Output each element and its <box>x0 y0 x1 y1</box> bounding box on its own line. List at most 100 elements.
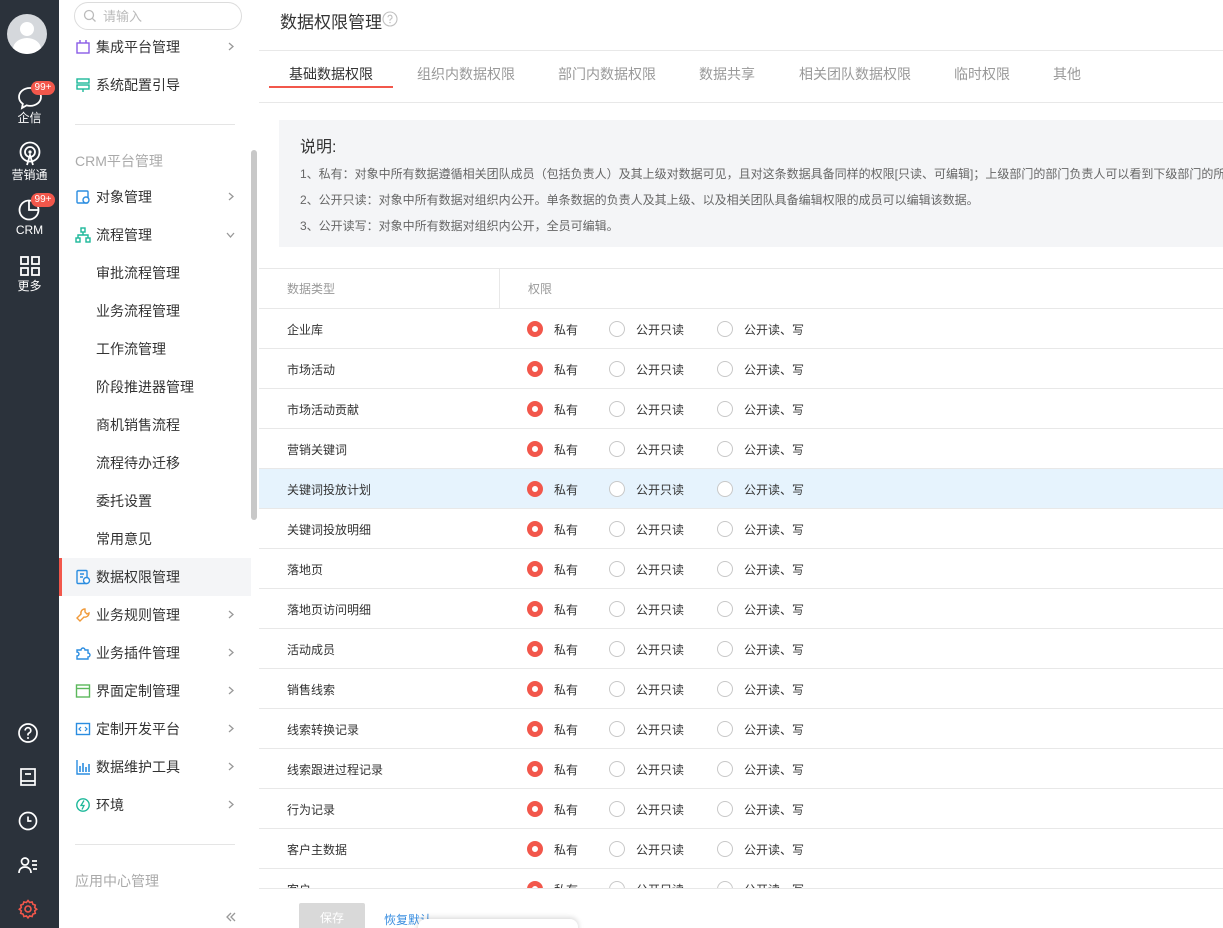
radio-dot-icon <box>609 601 625 617</box>
rail-item-more[interactable]: 更多 <box>0 254 59 293</box>
radio-dot-icon <box>527 881 543 888</box>
radio-label: 私有 <box>554 523 579 537</box>
column-separator <box>499 269 500 309</box>
nav-sub-item[interactable]: 委托设置 <box>59 482 251 520</box>
radio-dot-icon <box>609 561 625 577</box>
nav-item-object-management[interactable]: 对象管理 <box>59 178 251 216</box>
radio-dot-icon <box>609 761 625 777</box>
rail-label-marketing: 营销通 <box>11 168 48 182</box>
radio-dot-icon <box>609 841 625 857</box>
radio-label: 公开读、写 <box>744 683 805 697</box>
floating-popup[interactable] <box>418 919 578 928</box>
nav-sub-item[interactable]: 工作流管理 <box>59 330 251 368</box>
table-row: 关键词投放计划 私有 公开只读 公开读、写 <box>259 469 1223 509</box>
nav-item-config-guide[interactable]: 系统配置引导 <box>59 66 251 104</box>
table-row: 市场活动 私有 公开只读 公开读、写 <box>259 349 1223 389</box>
rail-label-more: 更多 <box>17 279 42 293</box>
sidebar-divider <box>75 844 235 845</box>
nav-sub-item[interactable]: 阶段推进器管理 <box>59 368 251 406</box>
table-header: 数据类型 权限 <box>259 268 1223 309</box>
radio-label: 公开读、写 <box>744 603 805 617</box>
radio-dot-icon <box>609 641 625 657</box>
nav-item-business-plugins[interactable]: 业务插件管理 <box>59 634 251 672</box>
tab-other[interactable]: 其他 <box>1053 64 1081 84</box>
nav-label: 流程管理 <box>96 227 152 243</box>
tab-org-permission[interactable]: 组织内数据权限 <box>417 64 515 84</box>
tab-data-sharing[interactable]: 数据共享 <box>699 64 755 84</box>
notebook-icon[interactable] <box>17 766 39 788</box>
question-icon[interactable] <box>382 11 398 27</box>
radio-label: 公开读、写 <box>744 483 805 497</box>
puzzle-frame-icon <box>76 40 90 54</box>
avatar[interactable] <box>7 14 47 54</box>
tab-basic-permission[interactable]: 基础数据权限 <box>289 64 373 84</box>
help-circle-icon[interactable] <box>17 722 39 744</box>
broadcast-icon <box>19 141 40 166</box>
radio-dot-icon <box>527 441 543 457</box>
puzzle-piece-icon <box>76 647 91 660</box>
radio-label: 私有 <box>554 723 579 737</box>
nav-sub-item[interactable]: 流程待办迁移 <box>59 444 251 482</box>
sidebar-scroll-thumb[interactable] <box>251 150 257 520</box>
settings-gear-icon[interactable] <box>17 898 39 920</box>
chevron-right-icon <box>228 192 234 201</box>
nav-sub-item[interactable]: 审批流程管理 <box>59 254 251 292</box>
radio-label: 私有 <box>554 403 579 417</box>
radio-dot-icon <box>527 361 543 377</box>
rail-item-marketing[interactable]: 营销通 <box>0 141 59 182</box>
chevron-right-icon <box>228 800 234 809</box>
user-list-icon[interactable] <box>17 854 39 876</box>
radio-dot-icon <box>609 481 625 497</box>
nav-sub-item[interactable]: 常用意见 <box>59 520 251 558</box>
table-row: 客户 私有 公开只读 公开读、写 <box>259 869 1223 888</box>
tab-temporary-permission[interactable]: 临时权限 <box>954 64 1010 84</box>
sidebar-divider <box>75 124 235 125</box>
radio-dot-icon <box>717 841 733 857</box>
nav-item-dev-platform[interactable]: 定制开发平台 <box>59 710 251 748</box>
nav-item-business-rules[interactable]: 业务规则管理 <box>59 596 251 634</box>
table-row: 行为记录 私有 公开只读 公开读、写 <box>259 789 1223 829</box>
radio-dot-icon <box>527 321 543 337</box>
tab-team-permission[interactable]: 相关团队数据权限 <box>799 64 911 84</box>
column-header-type: 数据类型 <box>287 282 336 296</box>
row-data-type: 落地页访问明细 <box>287 603 372 617</box>
sidebar-search-input[interactable] <box>103 7 233 25</box>
nav-item-ui-customization[interactable]: 界面定制管理 <box>59 672 251 710</box>
sidebar-search[interactable] <box>74 2 242 30</box>
nav-item-data-tools[interactable]: 数据维护工具 <box>59 748 251 786</box>
row-data-type: 销售线索 <box>287 683 336 697</box>
main-panel: 数据权限管理 基础数据权限 组织内数据权限 部门内数据权限 数据共享 相关团队数… <box>259 0 1223 928</box>
radio-dot-icon <box>717 681 733 697</box>
radio-label: 私有 <box>554 881 578 888</box>
collapse-sidebar-icon[interactable] <box>224 910 238 924</box>
radio-dot-icon <box>609 801 625 817</box>
nav-label: 界面定制管理 <box>96 683 180 699</box>
tabs-divider <box>259 102 1223 103</box>
radio-label: 公开只读 <box>636 323 685 337</box>
nav-sub-item[interactable]: 业务流程管理 <box>59 292 251 330</box>
table-row: 企业库 私有 公开只读 公开读、写 <box>259 309 1223 349</box>
radio-dot-icon <box>609 441 625 457</box>
tab-dept-permission[interactable]: 部门内数据权限 <box>558 64 656 84</box>
radio-dot-icon <box>527 801 543 817</box>
save-button[interactable]: 保存 <box>299 903 365 928</box>
radio-label: 公开读、写 <box>744 363 805 377</box>
rail-item-qixin[interactable]: 企信 99+ <box>0 81 59 125</box>
nav-sub-item[interactable]: 商机销售流程 <box>59 406 251 444</box>
clock-icon[interactable] <box>17 810 39 832</box>
nav-item-process-management[interactable]: 流程管理 <box>59 216 251 254</box>
row-data-type: 关键词投放明细 <box>287 523 372 537</box>
rail-item-crm[interactable]: CRM 99+ <box>0 193 59 237</box>
row-data-type: 线索转换记录 <box>287 723 360 737</box>
nav-item-data-permission[interactable]: 数据权限管理 <box>59 558 251 596</box>
chevron-right-icon <box>228 724 234 733</box>
description-box: 说明: 1、私有：对象中所有数据遵循相关团队成员（包括负责人）及其上级对数据可见… <box>279 120 1223 247</box>
radio-dot-icon <box>717 761 733 777</box>
radio-label: 私有 <box>554 763 579 777</box>
nav-item-integration[interactable]: 集成平台管理 <box>59 28 251 66</box>
row-data-type: 关键词投放计划 <box>287 483 372 497</box>
nav-item-environment[interactable]: 环境 <box>59 786 251 824</box>
wrench-icon <box>76 608 90 622</box>
flow-tree-icon <box>75 227 91 243</box>
description-line: 1、私有：对象中所有数据遵循相关团队成员（包括负责人）及其上级对数据可见，且对这… <box>300 167 1223 181</box>
